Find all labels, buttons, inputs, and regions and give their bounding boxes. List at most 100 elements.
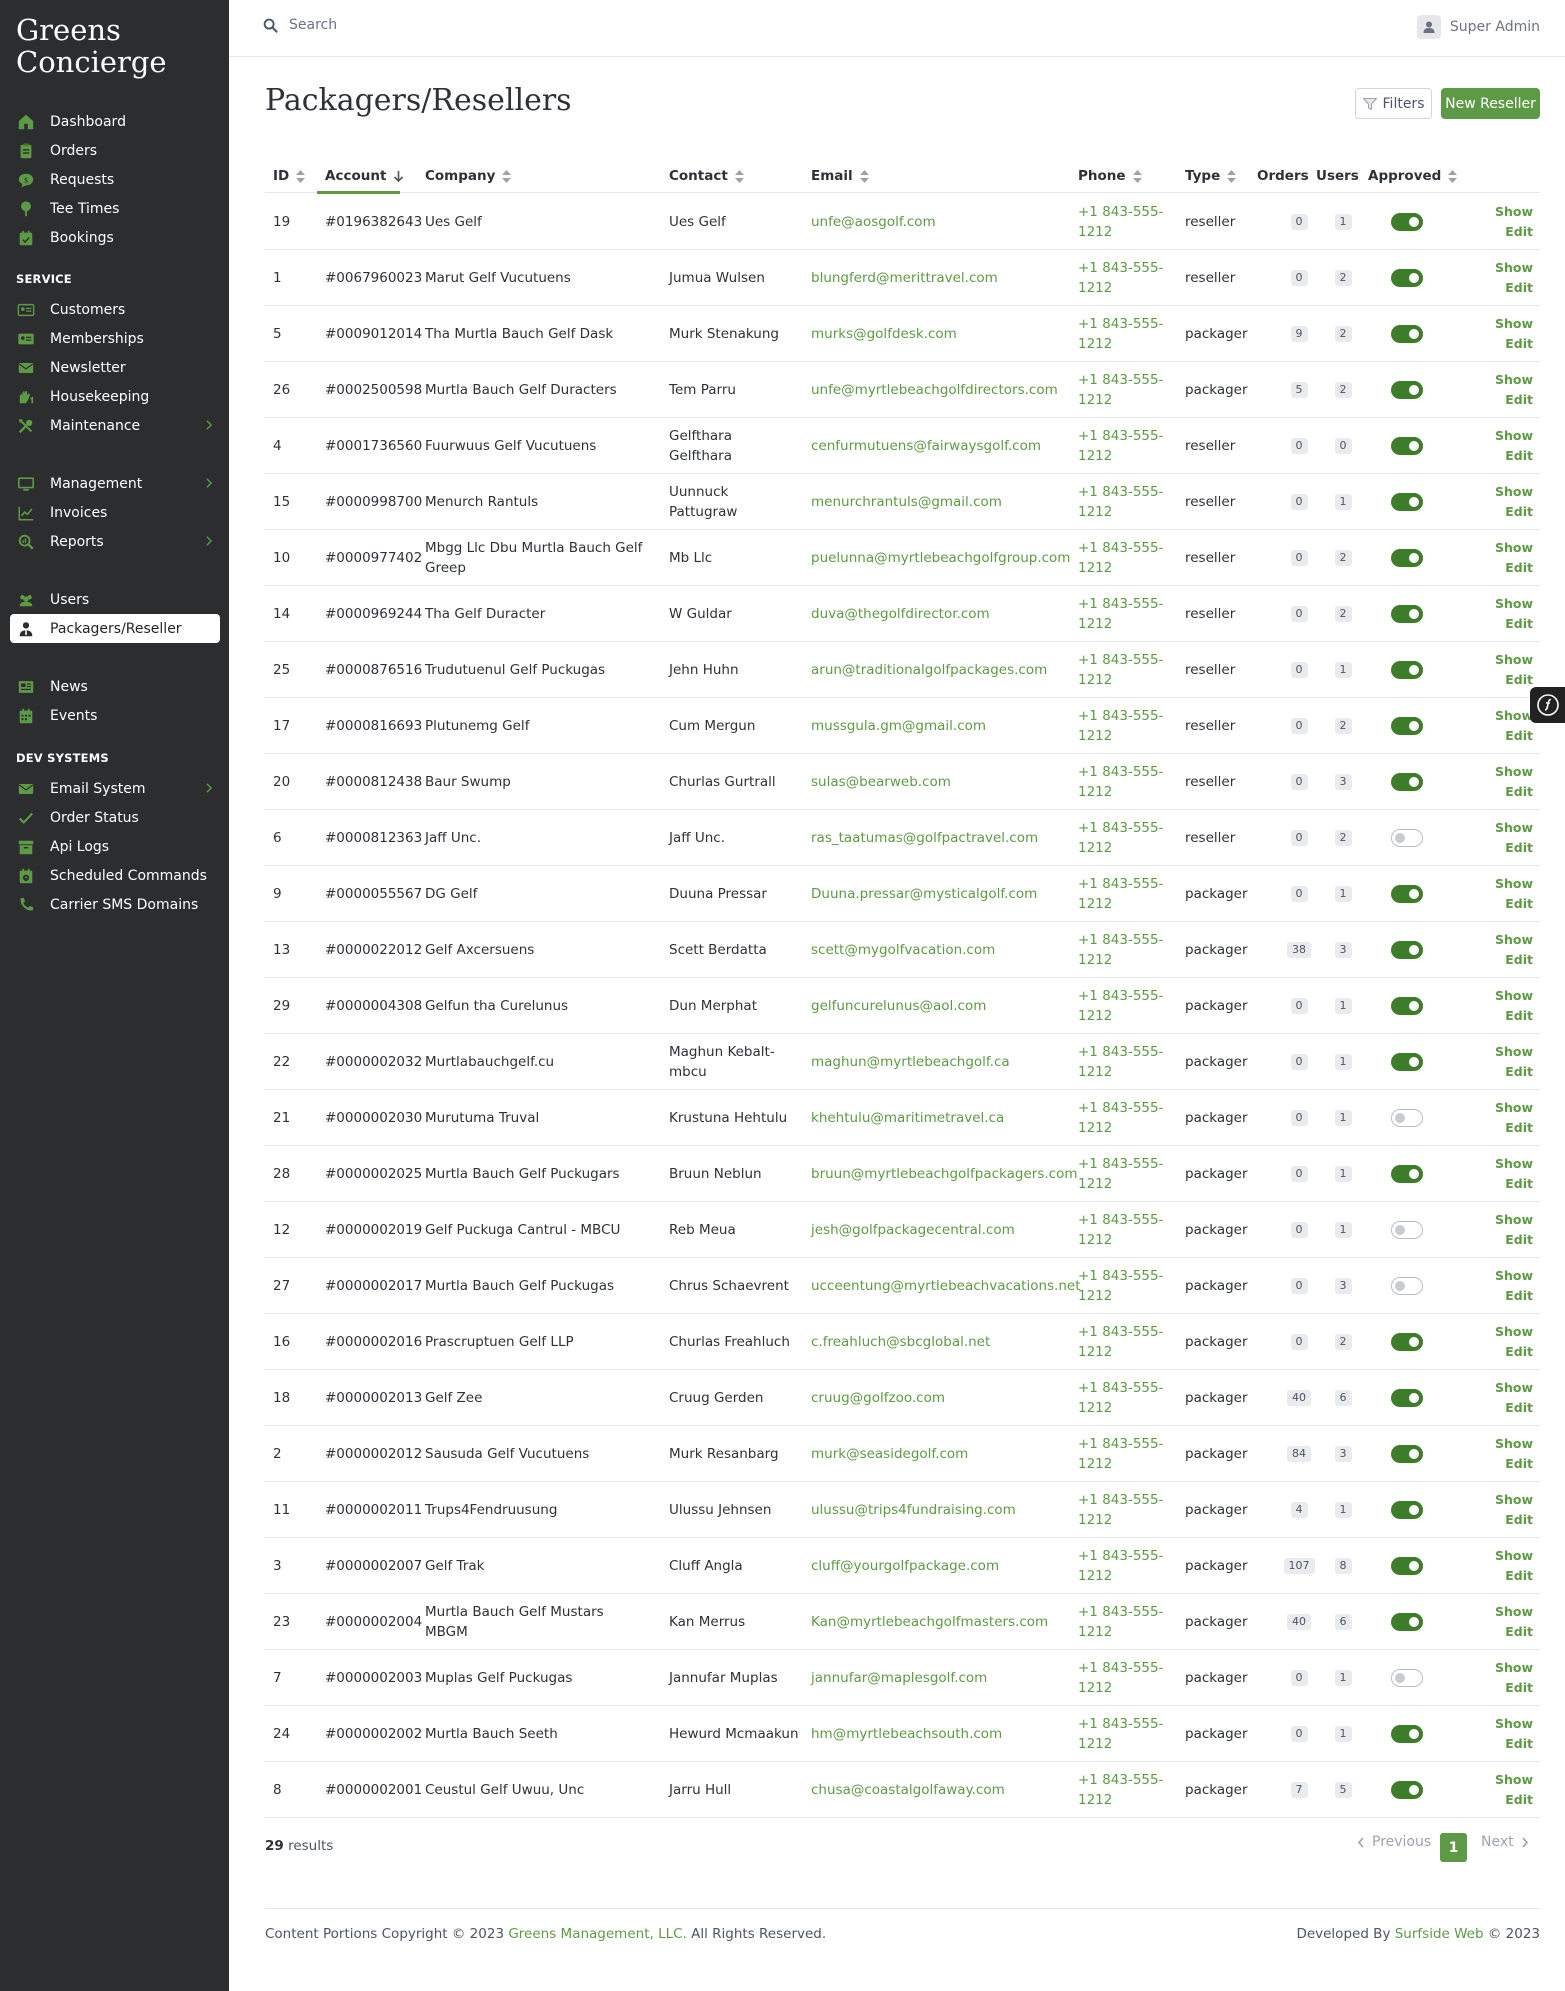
show-link[interactable]: Show xyxy=(1495,1714,1533,1734)
show-link[interactable]: Show xyxy=(1495,818,1533,838)
cell-phone-link-text[interactable]: +1 843-555-1212 xyxy=(1078,538,1168,578)
cell-phone-link-text[interactable]: +1 843-555-1212 xyxy=(1078,1042,1168,1082)
cell-email-link[interactable]: bruun@myrtlebeachgolfpackagers.com xyxy=(811,1146,1078,1202)
cell-phone-link[interactable]: +1 843-555-1212 xyxy=(1078,474,1168,530)
cell-phone-link-text[interactable]: +1 843-555-1212 xyxy=(1078,1490,1168,1530)
column-header-type[interactable]: Type xyxy=(1185,158,1237,194)
column-header-company[interactable]: Company xyxy=(425,158,512,194)
cell-email-link-text[interactable]: murks@golfdesk.com xyxy=(811,324,957,344)
cell-email-link[interactable]: khehtulu@maritimetravel.ca xyxy=(811,1090,1004,1146)
cell-email-link-text[interactable]: Kan@myrtlebeachgolfmasters.com xyxy=(811,1612,1048,1632)
sidebar-item-requests[interactable]: $ Requests xyxy=(10,165,220,194)
edit-link[interactable]: Edit xyxy=(1505,1006,1533,1026)
show-link[interactable]: Show xyxy=(1495,1210,1533,1230)
show-link[interactable]: Show xyxy=(1495,594,1533,614)
edit-link[interactable]: Edit xyxy=(1505,1342,1533,1362)
cell-phone-link-text[interactable]: +1 843-555-1212 xyxy=(1078,1154,1168,1194)
sidebar-item-customers[interactable]: Customers xyxy=(10,295,220,324)
cell-email-link[interactable]: cruug@golfzoo.com xyxy=(811,1370,945,1426)
sidebar-item-news[interactable]: News xyxy=(10,672,220,701)
show-link[interactable]: Show xyxy=(1495,1322,1533,1342)
edit-link[interactable]: Edit xyxy=(1505,1062,1533,1082)
cell-email-link-text[interactable]: c.freahluch@sbcglobal.net xyxy=(811,1332,990,1352)
cell-email-link-text[interactable]: ras_taatumas@golfpactravel.com xyxy=(811,828,1038,848)
cell-email-link[interactable]: unfe@myrtlebeachgolfdirectors.com xyxy=(811,362,1058,418)
approved-toggle[interactable] xyxy=(1391,1165,1423,1183)
show-link[interactable]: Show xyxy=(1495,1154,1533,1174)
cell-phone-link-text[interactable]: +1 843-555-1212 xyxy=(1078,314,1168,354)
cell-email-link[interactable]: cenfurmutuens@fairwaysgolf.com xyxy=(811,418,1041,474)
cell-phone-link[interactable]: +1 843-555-1212 xyxy=(1078,194,1168,250)
show-link[interactable]: Show xyxy=(1495,1490,1533,1510)
column-header-account[interactable]: Account xyxy=(325,158,404,194)
approved-toggle[interactable] xyxy=(1391,717,1423,735)
brand-logo[interactable]: Greens Concierge xyxy=(16,14,167,78)
sidebar-item-users[interactable]: Users xyxy=(10,585,220,614)
edit-link[interactable]: Edit xyxy=(1505,1286,1533,1306)
cell-email-link[interactable]: mussgula.gm@gmail.com xyxy=(811,698,986,754)
approved-toggle[interactable] xyxy=(1391,437,1423,455)
cell-phone-link[interactable]: +1 843-555-1212 xyxy=(1078,306,1168,362)
show-link[interactable]: Show xyxy=(1495,706,1533,726)
cell-phone-link-text[interactable]: +1 843-555-1212 xyxy=(1078,370,1168,410)
approved-toggle[interactable] xyxy=(1391,829,1423,847)
approved-toggle[interactable] xyxy=(1391,1725,1423,1743)
cell-phone-link-text[interactable]: +1 843-555-1212 xyxy=(1078,1770,1168,1810)
cell-phone-link[interactable]: +1 843-555-1212 xyxy=(1078,1650,1168,1706)
cell-email-link[interactable]: gelfuncurelunus@aol.com xyxy=(811,978,986,1034)
cell-email-link[interactable]: chusa@coastalgolfaway.com xyxy=(811,1762,1005,1818)
cell-phone-link[interactable]: +1 843-555-1212 xyxy=(1078,754,1168,810)
cell-email-link[interactable]: hm@myrtlebeachsouth.com xyxy=(811,1706,1002,1762)
edit-link[interactable]: Edit xyxy=(1505,950,1533,970)
cell-phone-link-text[interactable]: +1 843-555-1212 xyxy=(1078,258,1168,298)
show-link[interactable]: Show xyxy=(1495,1266,1533,1286)
edit-link[interactable]: Edit xyxy=(1505,446,1533,466)
approved-toggle[interactable] xyxy=(1391,1669,1423,1687)
debug-toolbar-toggle[interactable] xyxy=(1530,687,1565,723)
show-link[interactable]: Show xyxy=(1495,986,1533,1006)
edit-link[interactable]: Edit xyxy=(1505,1118,1533,1138)
edit-link[interactable]: Edit xyxy=(1505,1454,1533,1474)
approved-toggle[interactable] xyxy=(1391,325,1423,343)
next-page-link[interactable]: Next xyxy=(1481,1834,1529,1850)
sidebar-item-housekeeping[interactable]: Housekeeping xyxy=(10,382,220,411)
approved-toggle[interactable] xyxy=(1391,493,1423,511)
show-link[interactable]: Show xyxy=(1495,930,1533,950)
cell-phone-link-text[interactable]: +1 843-555-1212 xyxy=(1078,762,1168,802)
cell-phone-link[interactable]: +1 843-555-1212 xyxy=(1078,418,1168,474)
greens-management-link[interactable]: Greens Management, LLC. xyxy=(508,1926,686,1942)
sidebar-item-maintenance[interactable]: Maintenance xyxy=(10,411,220,440)
cell-email-link[interactable]: ucceentung@myrtlebeachvacations.net xyxy=(811,1258,1081,1314)
approved-toggle[interactable] xyxy=(1391,381,1423,399)
cell-phone-link-text[interactable]: +1 843-555-1212 xyxy=(1078,706,1168,746)
cell-phone-link-text[interactable]: +1 843-555-1212 xyxy=(1078,1546,1168,1586)
cell-phone-link-text[interactable]: +1 843-555-1212 xyxy=(1078,202,1168,242)
show-link[interactable]: Show xyxy=(1495,1658,1533,1678)
cell-email-link-text[interactable]: ucceentung@myrtlebeachvacations.net xyxy=(811,1276,1081,1296)
approved-toggle[interactable] xyxy=(1391,1501,1423,1519)
edit-link[interactable]: Edit xyxy=(1505,1734,1533,1754)
search-box[interactable]: Search xyxy=(263,17,337,33)
cell-phone-link[interactable]: +1 843-555-1212 xyxy=(1078,1594,1168,1650)
sidebar-item-packagers-reseller[interactable]: Packagers/Reseller xyxy=(10,614,220,643)
cell-phone-link[interactable]: +1 843-555-1212 xyxy=(1078,1762,1168,1818)
cell-phone-link-text[interactable]: +1 843-555-1212 xyxy=(1078,482,1168,522)
sidebar-item-orders[interactable]: Orders xyxy=(10,136,220,165)
cell-email-link-text[interactable]: gelfuncurelunus@aol.com xyxy=(811,996,986,1016)
cell-phone-link[interactable]: +1 843-555-1212 xyxy=(1078,922,1168,978)
approved-toggle[interactable] xyxy=(1391,997,1423,1015)
approved-toggle[interactable] xyxy=(1391,269,1423,287)
approved-toggle[interactable] xyxy=(1391,773,1423,791)
cell-phone-link[interactable]: +1 843-555-1212 xyxy=(1078,530,1168,586)
cell-phone-link-text[interactable]: +1 843-555-1212 xyxy=(1078,650,1168,690)
cell-email-link[interactable]: murk@seasidegolf.com xyxy=(811,1426,968,1482)
edit-link[interactable]: Edit xyxy=(1505,1566,1533,1586)
show-link[interactable]: Show xyxy=(1495,1602,1533,1622)
show-link[interactable]: Show xyxy=(1495,874,1533,894)
edit-link[interactable]: Edit xyxy=(1505,670,1533,690)
show-link[interactable]: Show xyxy=(1495,538,1533,558)
cell-email-link[interactable]: sulas@bearweb.com xyxy=(811,754,951,810)
cell-phone-link-text[interactable]: +1 843-555-1212 xyxy=(1078,1378,1168,1418)
cell-phone-link-text[interactable]: +1 843-555-1212 xyxy=(1078,1658,1168,1698)
cell-email-link-text[interactable]: khehtulu@maritimetravel.ca xyxy=(811,1108,1004,1128)
